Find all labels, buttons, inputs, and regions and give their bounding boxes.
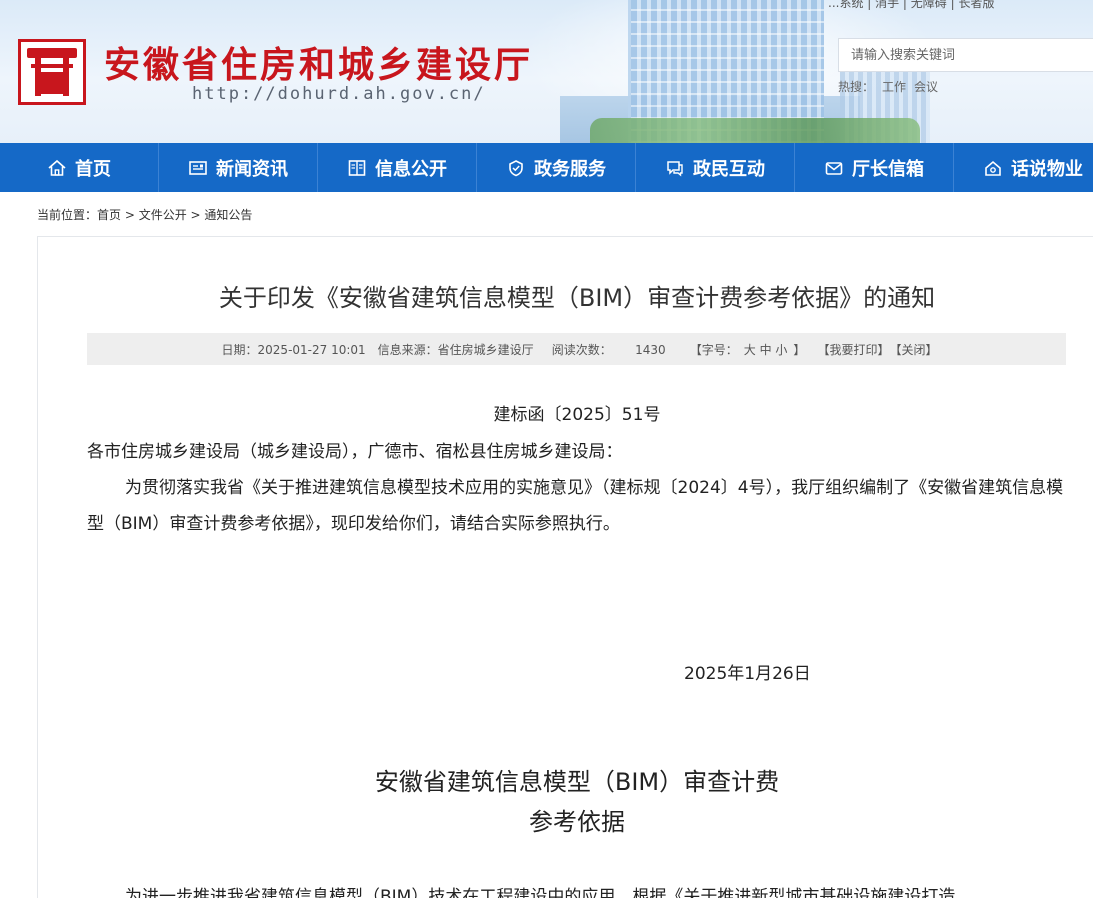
- attachment-title-line: 安徽省建筑信息模型（BIM）审查计费: [374, 768, 780, 796]
- hot-search: 热搜： 工作 会议: [838, 78, 938, 95]
- breadcrumb-item-files[interactable]: 文件公开: [139, 208, 187, 222]
- font-size-small[interactable]: 小: [775, 343, 787, 357]
- chat-icon: [665, 159, 685, 177]
- property-icon: [983, 159, 1003, 177]
- nav-item-interaction[interactable]: 政民互动: [636, 143, 795, 192]
- nav-item-label: 话说物业: [1011, 158, 1083, 180]
- publish-date: 日期：2025-01-27 10:01: [221, 342, 366, 357]
- article-meta-bar: 日期：2025-01-27 10:01 信息来源：省住房城乡建设厅 阅读次数： …: [87, 333, 1066, 365]
- nav-item-label: 新闻资讯: [216, 158, 288, 180]
- breadcrumb-separator: >: [121, 208, 139, 222]
- font-size-control: 【字号：大 中 小】: [689, 342, 806, 357]
- main-nav: 首页 新闻资讯 信息公开 政务服务 政民互动 厅长信箱 话说物业: [0, 143, 1093, 192]
- nav-item-label: 政民互动: [693, 158, 765, 180]
- nav-item-director-mailbox[interactable]: 厅长信箱: [795, 143, 954, 192]
- nav-item-label: 首页: [75, 158, 111, 180]
- nav-item-property-talk[interactable]: 话说物业: [954, 143, 1093, 192]
- search-input[interactable]: [838, 38, 1093, 72]
- site-header: ...系统 | 消手 | 无障碍 | 长者版 安徽省住房和城乡建设厅 http:…: [0, 0, 1093, 143]
- mail-icon: [824, 159, 844, 177]
- nav-item-news[interactable]: 新闻资讯: [159, 143, 318, 192]
- news-icon: [188, 159, 208, 177]
- document-date: 2025年1月26日: [684, 664, 811, 684]
- recipient-line: 各市住房城乡建设局（城乡建设局），广德市、宿松县住房城乡建设局：: [87, 442, 623, 462]
- font-size-medium[interactable]: 中: [760, 343, 772, 357]
- book-icon: [347, 159, 367, 177]
- breadcrumb-prefix: 当前位置：: [37, 208, 98, 222]
- breadcrumb-item-notices[interactable]: 通知公告: [204, 208, 252, 222]
- breadcrumb-item-home[interactable]: 首页: [97, 208, 121, 222]
- site-url: http://dohurd.ah.gov.cn/: [192, 84, 486, 104]
- attachment-first-line: 为进一步推进我省建筑信息模型（BIM）技术在工程建设中的应用，根据《关于推进新型…: [125, 887, 956, 898]
- breadcrumb: 当前位置：首页 > 文件公开 > 通知公告: [37, 206, 252, 223]
- nav-item-gov-service[interactable]: 政务服务: [477, 143, 636, 192]
- nav-item-label: 厅长信箱: [852, 158, 924, 180]
- nav-item-info-disclosure[interactable]: 信息公开: [318, 143, 477, 192]
- hot-search-label: 热搜：: [838, 80, 875, 94]
- article-title: 关于印发《安徽省建筑信息模型（BIM）审查计费参考依据》的通知: [218, 284, 936, 312]
- print-link[interactable]: 【我要打印】: [817, 341, 889, 358]
- site-name[interactable]: 安徽省住房和城乡建设厅: [104, 36, 533, 88]
- top-utility-links[interactable]: ...系统 | 消手 | 无障碍 | 长者版: [828, 0, 994, 11]
- nav-item-label: 信息公开: [375, 158, 447, 180]
- home-icon: [47, 159, 67, 177]
- header-trees: [590, 118, 920, 143]
- hot-search-term[interactable]: 工作: [882, 80, 906, 94]
- close-link[interactable]: 【关闭】: [889, 341, 937, 358]
- nav-item-label: 政务服务: [534, 158, 606, 180]
- info-source: 信息来源：省住房城乡建设厅: [377, 342, 534, 357]
- read-count: 阅读次数： 1430: [551, 342, 666, 357]
- breadcrumb-separator: >: [186, 208, 205, 222]
- service-icon: [506, 159, 526, 177]
- document-number: 建标函〔2025〕51号: [493, 405, 661, 425]
- body-paragraph: 为贯彻落实我省《关于推进建筑信息模型技术应用的实施意见》（建标规〔2024〕4号…: [87, 478, 1064, 534]
- site-logo[interactable]: [18, 39, 86, 105]
- attachment-title: 安徽省建筑信息模型（BIM）审查计费 参考依据: [87, 762, 1067, 842]
- attachment-title-line: 参考依据: [529, 808, 625, 836]
- nav-item-home[interactable]: 首页: [0, 143, 159, 192]
- font-size-large[interactable]: 大: [744, 343, 756, 357]
- hot-search-term[interactable]: 会议: [914, 80, 938, 94]
